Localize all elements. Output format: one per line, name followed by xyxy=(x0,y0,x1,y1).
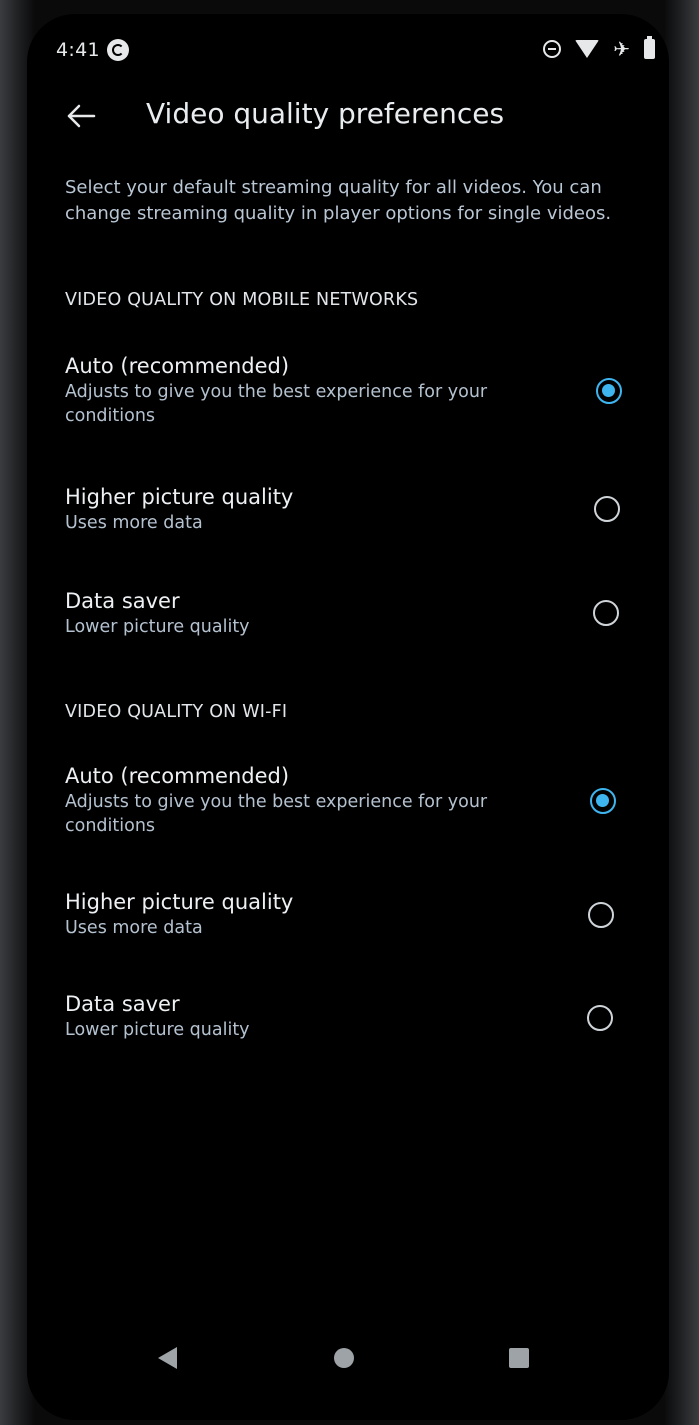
option-mobile-auto[interactable]: Auto (recommended) Adjusts to give you t… xyxy=(65,352,645,428)
option-title: Higher picture quality xyxy=(65,485,294,509)
option-title: Data saver xyxy=(65,992,180,1016)
option-wifi-higher[interactable]: Higher picture quality Uses more data xyxy=(65,888,645,940)
battery-icon xyxy=(644,36,655,59)
nav-recents-icon[interactable] xyxy=(509,1348,529,1368)
back-button[interactable] xyxy=(63,98,99,134)
radio-wifi-datasaver[interactable] xyxy=(587,1005,613,1031)
app-bar: Video quality preferences xyxy=(27,92,669,142)
option-title: Auto (recommended) xyxy=(65,764,290,788)
status-icons: ✈ xyxy=(543,36,655,61)
option-wifi-datasaver[interactable]: Data saver Lower picture quality xyxy=(65,990,645,1042)
nav-home-icon[interactable] xyxy=(334,1348,354,1368)
option-subtitle: Lower picture quality xyxy=(65,1020,250,1040)
option-subtitle: Uses more data xyxy=(65,513,203,533)
option-title: Auto (recommended) xyxy=(65,354,290,378)
page-title: Video quality preferences xyxy=(146,97,505,130)
radio-mobile-auto[interactable] xyxy=(596,378,622,404)
option-title: Data saver xyxy=(65,589,180,613)
option-mobile-higher[interactable]: Higher picture quality Uses more data xyxy=(65,483,645,535)
section-header-mobile: VIDEO QUALITY ON MOBILE NETWORKS xyxy=(65,290,419,310)
airplane-mode-icon: ✈ xyxy=(613,37,630,61)
option-title: Higher picture quality xyxy=(65,890,294,914)
arrow-back-icon xyxy=(67,104,96,128)
do-not-disturb-icon xyxy=(543,40,562,58)
option-mobile-datasaver[interactable]: Data saver Lower picture quality xyxy=(65,587,645,639)
status-time: 4:41 xyxy=(56,39,100,61)
nav-back-icon[interactable] xyxy=(158,1347,177,1369)
radio-wifi-higher[interactable] xyxy=(588,902,614,928)
radio-mobile-datasaver[interactable] xyxy=(593,600,619,626)
option-subtitle: Lower picture quality xyxy=(65,617,250,637)
system-nav-bar xyxy=(27,1339,669,1379)
option-subtitle: Uses more data xyxy=(65,918,203,938)
screen: 4:41 ✈ Video quality preferences Select … xyxy=(27,14,669,1420)
section-header-wifi: VIDEO QUALITY ON WI-FI xyxy=(65,702,288,722)
option-subtitle: Adjusts to give you the best experience … xyxy=(65,792,488,836)
wifi-icon xyxy=(575,40,600,58)
sync-icon xyxy=(107,39,129,61)
option-wifi-auto[interactable]: Auto (recommended) Adjusts to give you t… xyxy=(65,762,645,838)
radio-wifi-auto[interactable] xyxy=(590,788,616,814)
page-description: Select your default streaming quality fo… xyxy=(65,177,612,224)
phone-frame: 4:41 ✈ Video quality preferences Select … xyxy=(0,0,699,1425)
option-subtitle: Adjusts to give you the best experience … xyxy=(65,382,488,426)
status-bar: 4:41 ✈ xyxy=(27,36,669,68)
radio-mobile-higher[interactable] xyxy=(594,496,620,522)
